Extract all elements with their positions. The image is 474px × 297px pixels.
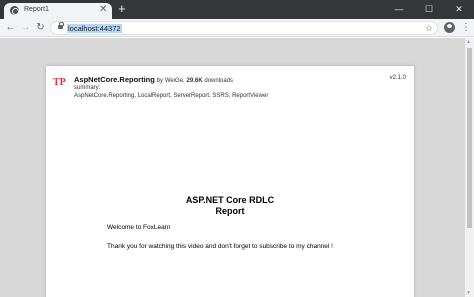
report-title-line2: Report <box>215 206 245 216</box>
profile-avatar-icon[interactable] <box>444 22 455 33</box>
welcome-text: Welcome to FoxLearn <box>107 224 171 231</box>
reload-button[interactable]: ↻ <box>34 21 47 34</box>
package-by: by <box>156 78 163 84</box>
maximize-button[interactable]: ☐ <box>414 0 444 19</box>
package-version: v2.1.0 <box>389 75 406 81</box>
new-tab-button[interactable]: + <box>118 2 126 15</box>
thanks-text: Thank you for watching this video and do… <box>107 243 333 250</box>
browser-window: Report1 ✕ + — ☐ ✕ ← → ↻ localhost:44372 … <box>0 0 474 297</box>
back-button[interactable]: ← <box>4 21 17 34</box>
lock-icon[interactable] <box>58 22 64 29</box>
tab-report1[interactable]: Report1 ✕ <box>4 3 112 19</box>
package-logo: TP <box>53 77 66 88</box>
globe-icon <box>10 6 19 15</box>
forward-button[interactable]: → <box>19 21 32 34</box>
report-title-line1: ASP.NET Core RDLC <box>185 195 275 205</box>
minimize-button[interactable]: — <box>384 0 414 19</box>
scrollbar-thumb[interactable] <box>467 48 472 228</box>
package-summary: AspNetCore.Reporting, LocalReport, Serve… <box>74 93 269 99</box>
package-downloads: 29.6K <box>186 78 203 84</box>
tab-title: Report1 <box>24 6 49 13</box>
page-viewport: TP AspNetCore.Reporting by WeiGe, 29.6K … <box>0 38 474 297</box>
tab-strip: Report1 ✕ + — ☐ ✕ <box>0 0 474 19</box>
package-author: WeiGe, <box>164 78 185 84</box>
close-window-button[interactable]: ✕ <box>444 0 474 19</box>
package-summary-label: summary: <box>74 85 101 91</box>
package-downloads-label: downloads <box>204 78 234 84</box>
close-icon[interactable]: ✕ <box>99 4 107 16</box>
browser-toolbar: ← → ↻ localhost:44372 ☆ ⋮ <box>0 19 474 37</box>
address-bar[interactable]: localhost:44372 ☆ <box>50 21 438 35</box>
scroll-up-arrow-icon[interactable]: ▲ <box>466 39 471 45</box>
vertical-scrollbar[interactable]: ▲ ▼ <box>465 38 474 297</box>
browser-menu-icon[interactable]: ⋮ <box>461 21 471 34</box>
bookmark-star-icon[interactable]: ☆ <box>425 23 433 34</box>
package-name: AspNetCore.Reporting <box>74 75 155 84</box>
report-page: TP AspNetCore.Reporting by WeiGe, 29.6K … <box>46 66 414 297</box>
scroll-down-arrow-icon[interactable]: ▼ <box>466 290 471 296</box>
url-text[interactable]: localhost:44372 <box>67 24 122 33</box>
